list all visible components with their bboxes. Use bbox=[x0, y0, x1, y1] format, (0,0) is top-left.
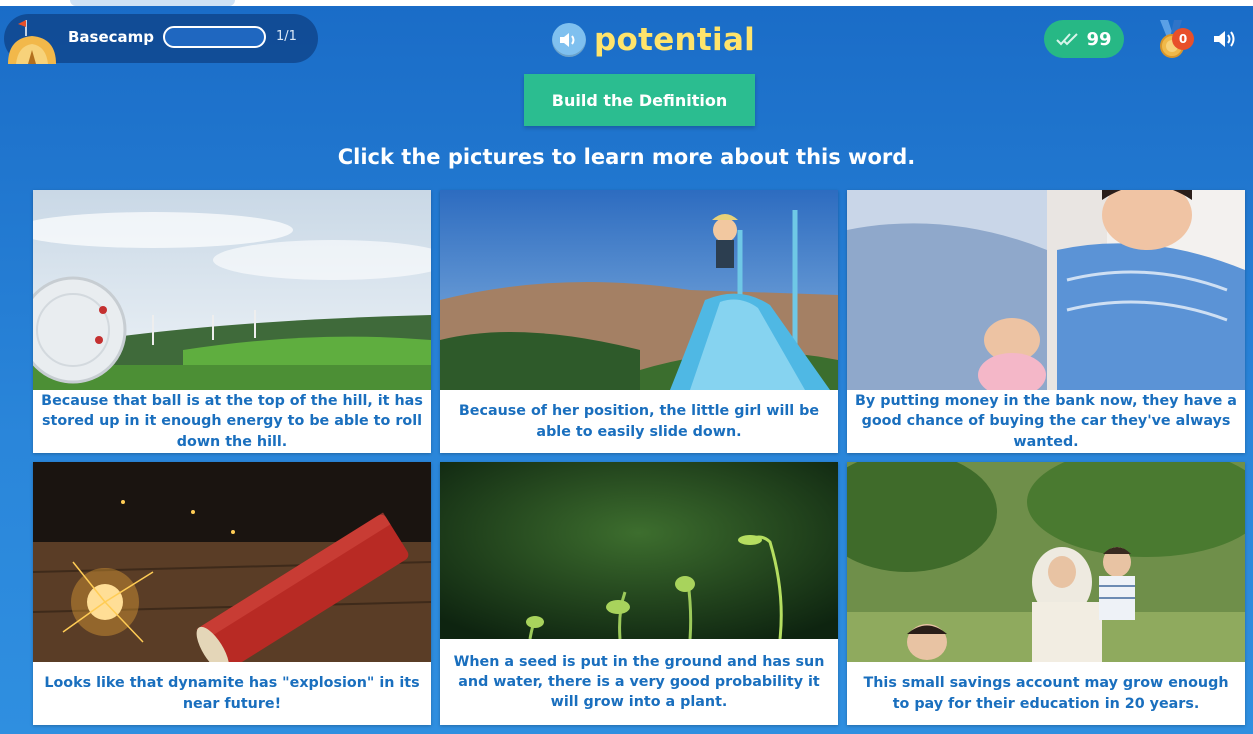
card-caption: Looks like that dynamite has "explosion"… bbox=[44, 675, 420, 712]
basecamp-progress-panel: Basecamp 1/1 bbox=[4, 14, 318, 64]
camp-tent-icon bbox=[8, 20, 56, 64]
medal-count-badge: 0 bbox=[1172, 28, 1194, 50]
card-caption: Because of her position, the little girl… bbox=[458, 403, 820, 440]
card-caption: This small savings account may grow enou… bbox=[863, 675, 1229, 712]
picture-card-ball[interactable]: Because that ball is at the top of the h… bbox=[33, 190, 431, 453]
ball-hill-image bbox=[33, 190, 431, 390]
volume-icon[interactable] bbox=[1212, 28, 1238, 50]
top-bar-strip bbox=[0, 0, 1253, 6]
picture-card-slide[interactable]: Because of her position, the little girl… bbox=[440, 190, 838, 453]
picture-card-dynamite[interactable]: Looks like that dynamite has "explosion"… bbox=[33, 462, 431, 725]
seedlings-image bbox=[440, 462, 838, 639]
couple-piggybank-image bbox=[847, 190, 1245, 390]
camp-progress-count: 1/1 bbox=[276, 29, 297, 44]
points-badge[interactable]: 99 bbox=[1044, 20, 1124, 58]
points-value: 99 bbox=[1086, 28, 1112, 50]
card-caption: By putting money in the bank now, they h… bbox=[855, 393, 1237, 450]
word-audio-button[interactable] bbox=[552, 23, 586, 57]
dynamite-image bbox=[33, 462, 431, 662]
mother-children-image bbox=[847, 462, 1245, 662]
picture-card-piggybank[interactable]: By putting money in the bank now, they h… bbox=[847, 190, 1245, 453]
build-definition-button[interactable]: Build the Definition bbox=[524, 74, 755, 126]
card-caption: When a seed is put in the ground and has… bbox=[453, 653, 825, 710]
vocab-word: potential bbox=[594, 22, 756, 58]
instructions-text: Click the pictures to learn more about t… bbox=[337, 145, 916, 169]
girl-slide-image bbox=[440, 190, 838, 390]
card-caption: Because that ball is at the top of the h… bbox=[41, 393, 423, 450]
speaker-icon bbox=[560, 33, 575, 47]
picture-card-savings[interactable]: This small savings account may grow enou… bbox=[847, 462, 1245, 725]
picture-card-seed[interactable]: When a seed is put in the ground and has… bbox=[440, 462, 838, 725]
camp-label: Basecamp bbox=[68, 28, 155, 46]
checkmarks-icon bbox=[1056, 33, 1079, 46]
word-header: potential bbox=[552, 20, 755, 60]
camp-progress-bar bbox=[163, 26, 266, 48]
